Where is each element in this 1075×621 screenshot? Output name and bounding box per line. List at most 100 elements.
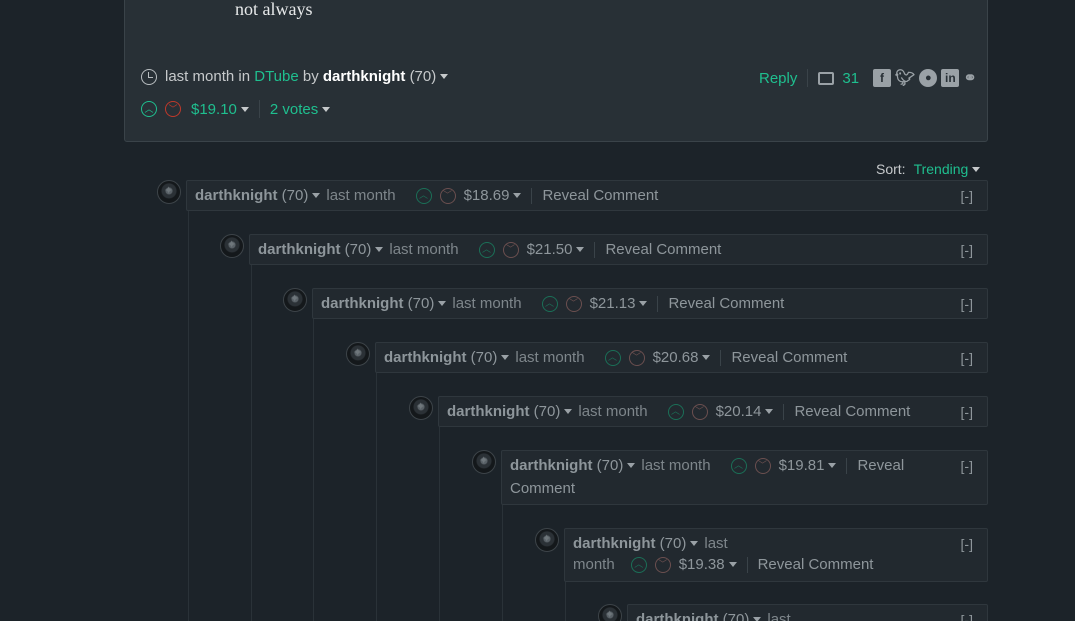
reveal-comment-link[interactable]: Reveal Comment — [542, 187, 658, 204]
comment-author[interactable]: darthknight — [384, 349, 467, 366]
votes-menu-icon[interactable] — [322, 106, 331, 112]
comment-payout[interactable]: $21.13 — [590, 295, 636, 312]
comment-time[interactable]: last — [704, 535, 727, 552]
upvote-icon[interactable]: ︿ — [604, 349, 621, 366]
downvote-icon[interactable]: ﹀ — [165, 101, 181, 117]
comment-time[interactable]: last month — [326, 187, 395, 204]
category-link[interactable]: DTube — [254, 68, 298, 85]
twitter-icon[interactable]: 🐦︎ — [895, 68, 915, 88]
reveal-comment-link[interactable]: Reveal Comment — [668, 295, 784, 312]
upvote-icon[interactable]: ︿ — [478, 241, 495, 258]
comment-time[interactable]: last month — [389, 241, 458, 258]
payout-menu-icon[interactable] — [728, 562, 737, 567]
comment-time[interactable]: last — [767, 611, 790, 621]
comment-rep: (70) — [344, 241, 372, 258]
upvote-icon[interactable]: ︿ — [667, 403, 684, 420]
author-menu-icon[interactable] — [753, 617, 762, 621]
sort-dropdown[interactable]: Trending — [914, 161, 969, 177]
comment-author[interactable]: darthknight — [573, 535, 656, 552]
comment-time[interactable]: last month — [578, 403, 647, 420]
downvote-icon[interactable]: ﹀ — [691, 403, 708, 420]
comment-author[interactable]: darthknight — [258, 241, 341, 258]
sort-control: Sort: Trending — [876, 161, 981, 177]
reveal-comment-link[interactable]: Reveal — [857, 457, 904, 474]
downvote-icon[interactable]: ﹀ — [628, 349, 645, 366]
upvote-icon[interactable]: ︿ — [141, 101, 157, 117]
comment-author[interactable]: darthknight — [447, 403, 530, 420]
comment-author[interactable]: darthknight — [636, 611, 719, 621]
collapse-button[interactable]: [-] — [961, 242, 973, 258]
upvote-icon[interactable]: ︿ — [415, 187, 432, 204]
reveal-comment-link[interactable]: Comment — [510, 480, 575, 497]
collapse-button[interactable]: [-] — [961, 296, 973, 312]
comment-payout[interactable]: $19.81 — [779, 457, 825, 474]
post-payout[interactable]: $19.10 — [191, 101, 237, 118]
payout-menu-icon[interactable] — [639, 301, 648, 306]
author-menu-icon[interactable] — [438, 301, 447, 306]
downvote-icon[interactable]: ﹀ — [654, 556, 671, 573]
reveal-comment-link[interactable]: Reveal Comment — [731, 349, 847, 366]
comment-author[interactable]: darthknight — [321, 295, 404, 312]
collapse-button[interactable]: [-] — [961, 350, 973, 366]
reveal-comment-link[interactable]: Reveal Comment — [605, 241, 721, 258]
author-menu-icon[interactable] — [690, 541, 699, 546]
payout-menu-icon[interactable] — [576, 247, 585, 252]
avatar[interactable] — [598, 604, 622, 621]
upvote-icon[interactable]: ︿ — [630, 556, 647, 573]
reveal-comment-link[interactable]: Reveal Comment — [794, 403, 910, 420]
avatar[interactable] — [409, 396, 433, 420]
collapse-button[interactable]: [-] — [961, 458, 973, 474]
author-menu-icon[interactable] — [501, 355, 510, 360]
votes-link[interactable]: 2 votes — [270, 101, 318, 118]
collapse-button[interactable]: [-] — [961, 188, 973, 204]
upvote-icon[interactable]: ︿ — [730, 457, 747, 474]
avatar[interactable] — [472, 450, 496, 474]
downvote-icon[interactable]: ﹀ — [754, 457, 771, 474]
author-menu-icon[interactable] — [564, 409, 573, 414]
avatar[interactable] — [157, 180, 181, 204]
comments-icon[interactable] — [818, 71, 835, 85]
permalink-icon[interactable]: ⚭ — [963, 68, 976, 88]
post-time: last month — [165, 68, 235, 85]
author-menu-icon[interactable] — [312, 193, 321, 198]
comment-payout[interactable]: $18.69 — [464, 187, 510, 204]
reply-button[interactable]: Reply — [759, 70, 797, 87]
comment-payout[interactable]: $20.68 — [653, 349, 699, 366]
reddit-icon[interactable]: ● — [919, 69, 938, 87]
payout-menu-icon[interactable] — [828, 463, 837, 468]
comment: darthknight (70) last month ︿ ﹀ $20.68 R… — [375, 342, 988, 373]
avatar[interactable] — [220, 234, 244, 258]
reveal-comment-link[interactable]: Reveal Comment — [758, 556, 874, 573]
author-menu-icon[interactable] — [375, 247, 384, 252]
payout-menu-icon[interactable] — [240, 106, 249, 112]
downvote-icon[interactable]: ﹀ — [502, 241, 519, 258]
post-author-link[interactable]: darthknight — [323, 68, 406, 85]
avatar[interactable] — [283, 288, 307, 312]
chevron-down-icon[interactable] — [972, 166, 981, 172]
collapse-button[interactable]: [-] — [961, 404, 973, 420]
comment-count[interactable]: 31 — [842, 70, 859, 87]
comment-time[interactable]: last month — [641, 457, 710, 474]
comment-payout[interactable]: $19.38 — [679, 556, 725, 573]
payout-menu-icon[interactable] — [513, 193, 522, 198]
collapse-button[interactable]: [-] — [961, 612, 973, 621]
comment-time[interactable]: last month — [452, 295, 521, 312]
author-menu-icon[interactable] — [627, 463, 636, 468]
comment-payout[interactable]: $21.50 — [527, 241, 573, 258]
payout-menu-icon[interactable] — [702, 355, 711, 360]
downvote-icon[interactable]: ﹀ — [439, 187, 456, 204]
comment-author[interactable]: darthknight — [510, 457, 593, 474]
linkedin-icon[interactable]: in — [941, 69, 960, 87]
facebook-icon[interactable]: f — [873, 69, 892, 87]
collapse-button[interactable]: [-] — [961, 536, 973, 552]
avatar[interactable] — [346, 342, 370, 366]
comment-time[interactable]: last month — [515, 349, 584, 366]
comment-author[interactable]: darthknight — [195, 187, 278, 204]
payout-menu-icon[interactable] — [765, 409, 774, 414]
downvote-icon[interactable]: ﹀ — [565, 295, 582, 312]
comment-time[interactable]: month — [573, 556, 615, 573]
comment-payout[interactable]: $20.14 — [716, 403, 762, 420]
author-menu-icon[interactable] — [440, 74, 449, 79]
upvote-icon[interactable]: ︿ — [541, 295, 558, 312]
avatar[interactable] — [535, 528, 559, 552]
